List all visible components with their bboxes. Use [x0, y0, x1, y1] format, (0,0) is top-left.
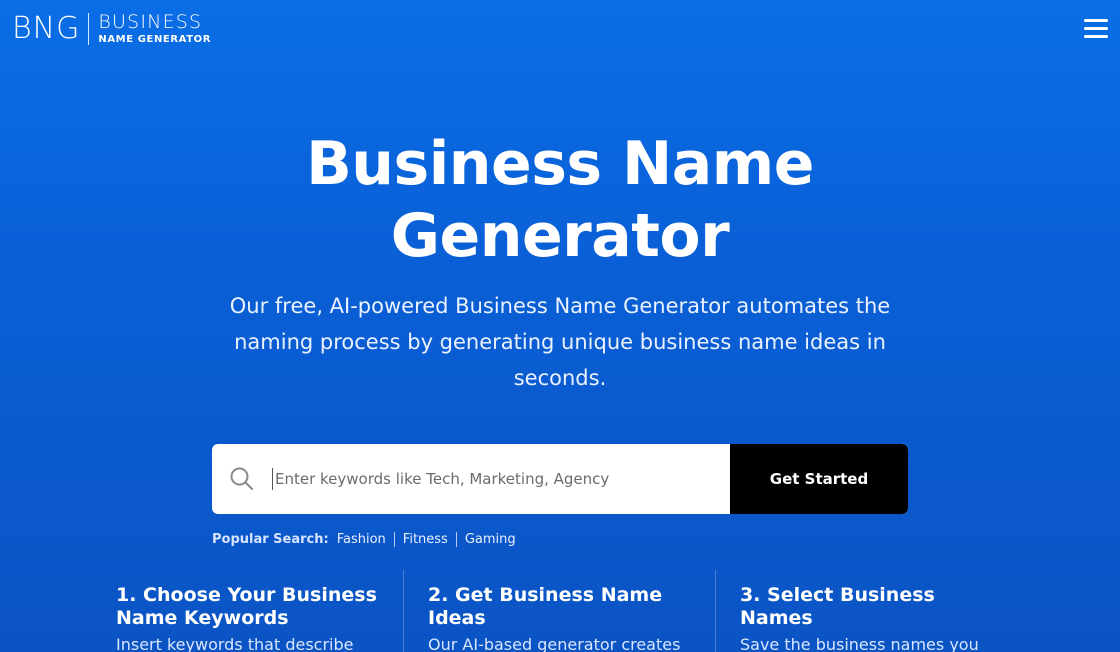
search-input[interactable] [272, 468, 730, 490]
step-card: 2. Get Business Name Ideas Our AI-based … [428, 570, 718, 652]
step-card: 1. Choose Your Business Name Keywords In… [116, 570, 406, 652]
popular-search: Popular Search: Fashion Fitness Gaming [212, 532, 524, 547]
site-logo[interactable]: BNG BUSINESS NAME GENERATOR [12, 12, 211, 46]
step-text: Our AI-based generator creates [428, 635, 681, 652]
page-title: Business Name Generator [0, 128, 1120, 272]
step-text: Save the business names you like, see do… [740, 635, 979, 652]
logo-title: BUSINESS [98, 11, 203, 33]
logo-mark: BNG [12, 11, 81, 46]
hamburger-icon[interactable] [1084, 19, 1108, 39]
step-divider [403, 570, 404, 652]
page-title-line-1: Business Name [306, 129, 814, 199]
step-card: 3. Select Business Names Save the busine… [740, 570, 1010, 652]
popular-search-link[interactable]: Fitness [393, 532, 456, 547]
step-text: Insert keywords that describe [116, 635, 354, 652]
popular-search-label: Popular Search: [212, 532, 329, 547]
step-title: 2. Get Business Name Ideas [428, 584, 663, 629]
step-title: 3. Select Business Names [740, 584, 935, 629]
hero-description: Our free, AI-powered Business Name Gener… [229, 294, 891, 390]
logo-divider [88, 13, 90, 45]
page-title-line-2: Generator [390, 201, 730, 271]
logo-subtitle: NAME GENERATOR [98, 34, 212, 45]
step-title: 1. Choose Your Business Name Keywords [116, 584, 377, 629]
logo-text: BUSINESS NAME GENERATOR [98, 13, 211, 45]
search-form: Get Started [212, 444, 908, 514]
popular-search-link[interactable]: Gaming [455, 532, 524, 547]
popular-search-link[interactable]: Fashion [337, 532, 394, 547]
get-started-button[interactable]: Get Started [730, 444, 908, 514]
search-icon [212, 444, 272, 514]
steps-section: 1. Choose Your Business Name Keywords In… [0, 570, 1120, 652]
step-divider [715, 570, 716, 652]
